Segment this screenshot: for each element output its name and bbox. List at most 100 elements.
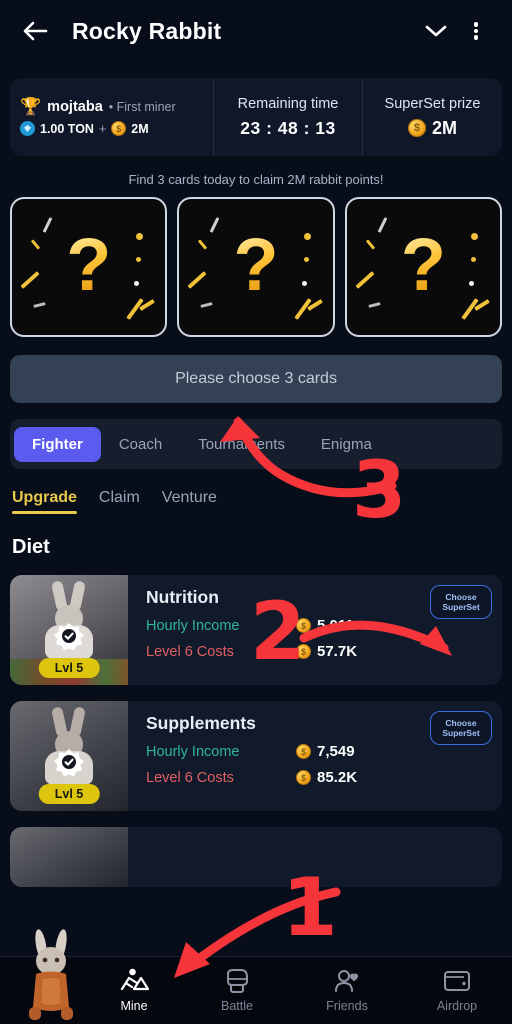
subtab-venture[interactable]: Venture [162,489,217,514]
nav-label-battle: Battle [221,999,253,1013]
choose-superset-line2: SuperSet [442,728,480,738]
first-miner-cell[interactable]: 🏆 mojtaba • First miner 1.00 TON + $ 2M [10,78,213,156]
item-row-nutrition[interactable]: Lvl 5 Nutrition Hourly Income $ 5,011 Le… [10,575,502,685]
first-miner-name-row: 🏆 mojtaba • First miner [20,98,203,115]
level-badge: Lvl 5 [38,784,100,804]
badge-check-icon [54,749,84,777]
item-row-partial[interactable] [10,827,502,887]
cards-hint-text: Find 3 cards today to claim 2M rabbit po… [128,172,384,187]
plus-sign: + [98,121,107,136]
level-cost-value: 85.2K [317,769,358,786]
nav-item-battle[interactable]: Battle [182,968,292,1013]
question-mark-icon: ? [400,223,446,306]
miner-rank: • First miner [108,99,176,114]
back-button[interactable] [16,12,54,50]
subtab-claim[interactable]: Claim [99,489,140,514]
level-cost-label: Level 6 Costs [146,769,234,786]
chevron-down-icon [425,25,447,37]
gold-coin-icon: $ [296,770,311,785]
choose-superset-button[interactable]: Choose SuperSet [430,585,492,619]
page-title: Rocky Rabbit [72,17,222,44]
pickaxe-icon [120,968,149,991]
gold-coin-icon: $ [296,644,311,659]
info-bar: 🏆 mojtaba • First miner 1.00 TON + $ 2M … [10,78,502,156]
choose-superset-line2: SuperSet [442,602,480,612]
bottom-navigation: Mine Battle Friends Airdrop [0,929,512,1024]
category-tabs: Fighter Coach Tournaments Enigma [10,419,502,469]
trophy-icon: 🏆 [20,97,42,116]
tab-enigma[interactable]: Enigma [303,427,390,462]
hourly-income-value-group: $ 5,011 [296,617,354,634]
boxing-glove-icon [227,969,248,993]
level-cost-label: Level 6 Costs [146,643,234,660]
mystery-card-3[interactable]: ? [344,197,502,337]
level-cost-value: 57.7K [317,643,358,660]
level-cost-value-group: $ 57.7K [296,643,357,660]
choose-superset-button[interactable]: Choose SuperSet [430,711,492,745]
section-title: Diet [12,536,50,558]
ton-coin-icon [20,121,35,136]
item-thumbnail: Lvl 5 [10,701,128,811]
level-cost-value-group: $ 85.2K [296,769,357,786]
item-row-supplements[interactable]: Lvl 5 Supplements Hourly Income $ 7,549 … [10,701,502,811]
collapse-button[interactable] [416,11,456,51]
coin-amount: 2M [131,121,149,136]
hourly-income-label: Hourly Income [146,617,240,634]
nav-label-mine: Mine [120,999,148,1013]
hourly-income-value: 7,549 [317,743,355,760]
choose-superset-line1: Choose [445,717,477,728]
app-header: Rocky Rabbit [0,0,512,62]
item-thumbnail: Lvl 5 [10,575,128,685]
hourly-income-value: 5,011 [317,617,354,634]
gold-coin-icon: $ [296,618,311,633]
app-screen: Rocky Rabbit 🏆 mojtaba • First miner 1.0… [0,0,512,1024]
item-thumbnail [10,827,128,887]
nav-label-friends: Friends [326,999,368,1013]
rabbit-avatar[interactable] [12,927,90,1022]
level-cost-stat: Level 6 Costs $ 57.7K [146,643,490,660]
remaining-time-value: 23 : 48 : 13 [240,117,336,138]
item-details: Supplements Hourly Income $ 7,549 Level … [128,701,502,811]
remaining-time-cell: Remaining time 23 : 48 : 13 [213,78,362,156]
hourly-income-label: Hourly Income [146,743,240,760]
first-miner-reward-row: 1.00 TON + $ 2M [20,121,203,136]
tab-coach[interactable]: Coach [101,427,180,462]
gold-coin-icon: $ [111,121,127,136]
question-mark-icon: ? [233,223,279,306]
superset-prize-cell: SuperSet prize $ 2M [362,78,502,156]
item-details: Nutrition Hourly Income $ 5,011 Level 6 … [128,575,502,685]
nav-item-friends[interactable]: Friends [292,968,402,1013]
hourly-income-value-group: $ 7,549 [296,743,355,760]
miner-username: mojtaba [47,98,103,115]
nav-label-airdrop: Airdrop [436,999,478,1013]
superset-prize-label: SuperSet prize [384,95,481,112]
gold-coin-icon: $ [407,119,426,137]
superset-prize-value-row: $ 2M [407,117,457,139]
more-menu-button[interactable] [456,11,496,51]
tab-tournaments[interactable]: Tournaments [180,427,303,462]
arrow-left-icon [23,21,48,41]
ton-amount: 1.00 TON [40,121,94,136]
wallet-icon [444,971,470,991]
hourly-income-stat: Hourly Income $ 5,011 [146,617,490,634]
tab-fighter[interactable]: Fighter [14,426,101,462]
sub-tabs: Upgrade Claim Venture [0,489,512,514]
kebab-menu-icon [473,20,479,42]
mystery-cards-row: ? ? ? [0,197,512,337]
mystery-card-1[interactable]: ? [10,197,168,337]
superset-prize-value: 2M [431,117,457,138]
hourly-income-stat: Hourly Income $ 7,549 [146,743,490,760]
choose-cards-button[interactable]: Please choose 3 cards [10,355,502,403]
gold-coin-icon: $ [296,744,311,759]
badge-check-icon [54,623,84,651]
level-badge: Lvl 5 [38,658,100,678]
level-cost-stat: Level 6 Costs $ 85.2K [146,769,490,786]
subtab-upgrade[interactable]: Upgrade [12,489,77,514]
remaining-time-label: Remaining time [237,95,339,112]
friends-icon [335,970,359,992]
mystery-card-2[interactable]: ? [177,197,335,337]
nav-item-mine[interactable]: Mine [86,968,182,1013]
question-mark-icon: ? [66,223,112,306]
nav-item-airdrop[interactable]: Airdrop [402,968,512,1013]
choose-superset-line1: Choose [445,591,477,602]
